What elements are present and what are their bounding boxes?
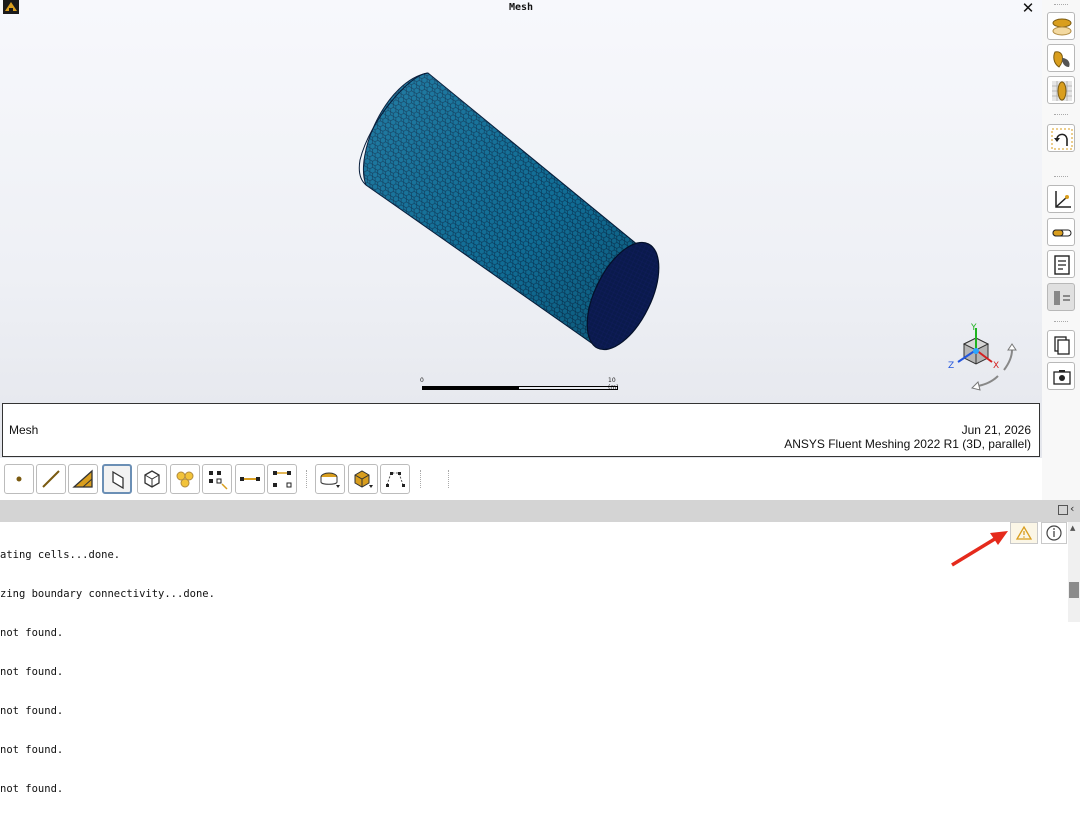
cell-filter-button[interactable] [137,464,167,494]
console-line: not found. [0,744,64,756]
triangle-icon [72,469,93,488]
select-position-button[interactable] [267,464,297,494]
position-icon [273,471,292,488]
caption-name: Mesh [9,423,39,437]
camera-icon [1053,370,1071,385]
colormap-button[interactable] [1047,218,1075,246]
point-icon [16,476,22,482]
cylinder-mesh[interactable] [340,60,700,360]
polyline-icon [386,472,405,487]
draw-options-button[interactable] [1047,44,1075,72]
view-triad[interactable]: Y X Z [942,318,1022,396]
selection-toolbar [0,458,1042,500]
console-line: not found. [0,627,64,639]
console-header: ‹ [0,500,1080,522]
select-edge-path-button[interactable] [235,464,265,494]
draw-options-icon [1053,51,1070,68]
console-scrollbar[interactable]: ▲ [1068,522,1080,622]
scale-bar: 0 10 (m) [418,377,628,397]
mesh-display-icon [1052,81,1072,101]
console-line: ating cells...done. [0,549,121,561]
colormap-icon [1052,229,1072,237]
chevron-left-icon[interactable]: ‹ [1070,502,1074,515]
zone-cell-icon [354,470,373,488]
multi-cell-filter-button[interactable] [170,464,200,494]
triad-z-label: Z [948,361,954,371]
scrollbar-thumb[interactable] [1069,582,1079,598]
axes-icon [1055,191,1071,208]
zone-cell-button[interactable] [348,464,378,494]
undo-view-icon [1051,128,1073,150]
triangle-filter-button[interactable] [68,464,98,494]
face-icon [112,470,124,490]
triad-x-label: X [993,361,999,371]
cube-icon [144,470,160,488]
nodes-icon [209,471,228,490]
point-filter-button[interactable] [4,464,34,494]
edge-icon [42,470,60,488]
window-title: Mesh [508,2,534,13]
clipping-planes-icon [1052,18,1072,36]
polyline-button[interactable] [380,464,410,494]
info-icon [1046,525,1062,541]
screenshot-button[interactable] [1047,362,1075,390]
scroll-up-icon[interactable]: ▲ [1070,524,1075,532]
annotation-arrow-icon [951,531,1008,567]
right-toolbar [1042,0,1080,500]
console-line: not found. [0,783,64,795]
warning-icon [1015,525,1033,540]
maximize-icon[interactable] [1058,505,1068,515]
console-line: zing boundary connectivity...done. [0,588,215,600]
caption-product: ANSYS Fluent Meshing 2022 R1 (3D, parall… [784,437,1031,451]
console-panel[interactable]: ating cells...done. zing boundary connec… [0,522,1068,795]
annotations-icon [1054,255,1070,275]
edge-path-icon [240,477,260,481]
clipping-planes-button[interactable] [1047,12,1075,40]
face-filter-button[interactable] [102,464,132,494]
close-button[interactable]: ✕ [1019,0,1037,16]
triad-y-label: Y [970,323,977,333]
edge-filter-button[interactable] [36,464,66,494]
cells-icon [176,471,194,488]
scale-min-label: 0 [420,377,424,384]
console-line: not found. [0,705,64,717]
copy-icon [1054,336,1070,355]
caption-date: Jun 21, 2026 [961,423,1031,437]
axes-button[interactable] [1047,185,1075,213]
info-button[interactable] [1041,522,1067,544]
layout-icon [1054,291,1070,305]
toolbar-layout-button[interactable] [1047,283,1075,311]
info-caption: Mesh Jun 21, 2026 ANSYS Fluent Meshing 2… [2,403,1040,457]
toolbar-grip [1054,4,1068,7]
select-nodes-button[interactable] [202,464,232,494]
zone-face-button[interactable] [315,464,345,494]
annotations-button[interactable] [1047,250,1075,278]
graphics-window[interactable]: Mesh ✕ 0 10 (m) Y X Z [0,0,1042,458]
console-line: not found. [0,666,64,678]
copy-button[interactable] [1047,330,1075,358]
zone-face-icon [320,472,340,488]
reset-view-button[interactable] [1047,124,1075,152]
warning-button[interactable] [1010,522,1038,544]
mesh-display-button[interactable] [1047,76,1075,104]
